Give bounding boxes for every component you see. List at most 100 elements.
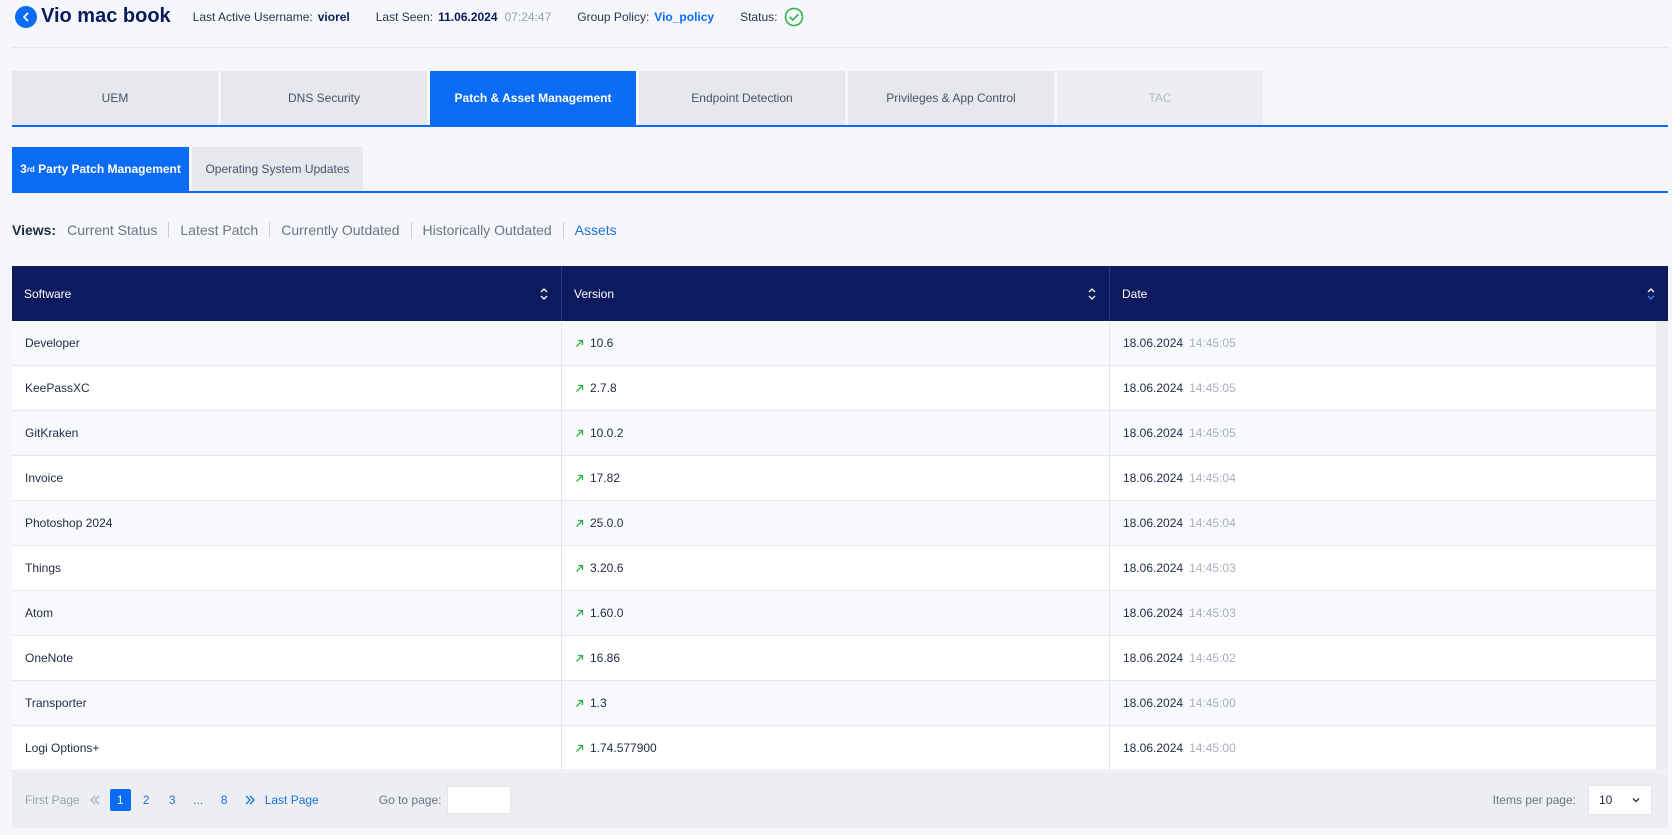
- view-assets[interactable]: Assets: [562, 222, 628, 238]
- cell-version: 1.60.0: [562, 591, 1110, 635]
- time-value: 14:45:05: [1189, 426, 1236, 440]
- cell-version: 2.7.8: [562, 366, 1110, 410]
- view-latest-patch[interactable]: Latest Patch: [168, 222, 269, 238]
- cell-date: 18.06.2024 14:45:03: [1110, 546, 1656, 590]
- table-row[interactable]: Developer 10.6 18.06.2024 14:45:05: [12, 321, 1656, 366]
- header-date-label: Date: [1122, 286, 1148, 301]
- time-value: 14:45:05: [1189, 381, 1236, 395]
- software-name: Invoice: [25, 471, 64, 485]
- page-8[interactable]: 8: [214, 789, 235, 811]
- table-row[interactable]: Logi Options+ 1.74.577900 18.06.2024 14:45:…: [12, 726, 1656, 771]
- device-header: Vio mac book Last Active Username: viore…: [12, 0, 1668, 48]
- first-page-button[interactable]: First Page: [25, 793, 80, 807]
- cell-date: 18.06.2024 14:45:04: [1110, 456, 1656, 500]
- view-current-status[interactable]: Current Status: [67, 222, 168, 238]
- cell-version: 3.20.6: [562, 546, 1110, 590]
- table-row[interactable]: Photoshop 2024 25.0.0 18.06.2024 14:45:04: [12, 501, 1656, 546]
- software-name: KeePassXC: [25, 381, 90, 395]
- date-value: 18.06.2024: [1123, 651, 1184, 665]
- arrow-up-right-icon: [576, 654, 584, 662]
- table-row[interactable]: Transporter 1.3 18.06.2024 14:45:00: [12, 681, 1656, 726]
- sub-tabs: 3rd Party Patch Management Operating Sys…: [12, 147, 1668, 193]
- cell-software: GitKraken: [12, 411, 562, 455]
- sort-icon: [1088, 287, 1096, 300]
- arrow-up-right-icon: [576, 519, 584, 527]
- cell-software: Things: [12, 546, 562, 590]
- last-seen: Last Seen: 11.06.2024 07:24:47: [376, 10, 552, 24]
- view-historically-outdated[interactable]: Historically Outdated: [410, 222, 563, 238]
- third-party-suffix: Party Patch Management: [34, 162, 181, 176]
- view-currently-outdated[interactable]: Currently Outdated: [269, 222, 410, 238]
- time-value: 14:45:02: [1189, 651, 1236, 665]
- cell-date: 18.06.2024 14:45:04: [1110, 501, 1656, 545]
- tab-operating-system-updates[interactable]: Operating System Updates: [192, 147, 363, 191]
- pagination: First Page 1 2 3 ... 8 Last Page Go to p…: [12, 772, 1668, 828]
- cell-software: Logi Options+: [12, 726, 562, 770]
- items-per-page-select[interactable]: 10: [1588, 785, 1652, 815]
- arrow-up-right-icon: [576, 744, 584, 752]
- table-row[interactable]: KeePassXC 2.7.8 18.06.2024 14:45:05: [12, 366, 1656, 411]
- page-ellipsis: ...: [193, 793, 204, 807]
- tab-uem[interactable]: UEM: [12, 71, 218, 125]
- double-chevron-left-icon[interactable]: [89, 794, 101, 806]
- software-name: Logi Options+: [25, 741, 100, 755]
- time-value: 14:45:04: [1189, 471, 1236, 485]
- cell-date: 18.06.2024 14:45:05: [1110, 321, 1656, 365]
- group-policy: Group Policy: Vio_policy: [577, 10, 714, 24]
- third-party-sup: rd: [26, 164, 35, 174]
- sort-desc-icon: [1647, 287, 1655, 300]
- cell-version: 10.0.2: [562, 411, 1110, 455]
- page-3[interactable]: 3: [162, 789, 183, 811]
- last-page-button[interactable]: Last Page: [265, 793, 319, 807]
- software-name: Transporter: [25, 696, 87, 710]
- chevron-down-icon: [1632, 798, 1640, 803]
- double-chevron-right-icon[interactable]: [244, 794, 256, 806]
- header-date[interactable]: Date: [1110, 266, 1668, 321]
- software-name: Developer: [25, 336, 80, 350]
- cell-software: Atom: [12, 591, 562, 635]
- cell-software: OneNote: [12, 636, 562, 680]
- arrow-up-right-icon: [576, 609, 584, 617]
- tab-dns-security[interactable]: DNS Security: [221, 71, 427, 125]
- table-row[interactable]: OneNote 16.86 18.06.2024 14:45:02: [12, 636, 1656, 681]
- tab-endpoint-detection[interactable]: Endpoint Detection: [639, 71, 845, 125]
- header-version-label: Version: [574, 286, 615, 301]
- cell-version: 16.86: [562, 636, 1110, 680]
- group-policy-label: Group Policy:: [577, 9, 650, 24]
- tab-privileges-app-control[interactable]: Privileges & App Control: [848, 71, 1054, 125]
- tab-patch-asset-management[interactable]: Patch & Asset Management: [430, 71, 636, 125]
- table-row[interactable]: Atom 1.60.0 18.06.2024 14:45:03: [12, 591, 1656, 636]
- table-row[interactable]: GitKraken 10.0.2 18.06.2024 14:45:05: [12, 411, 1656, 456]
- back-button[interactable]: [15, 5, 37, 28]
- table-row[interactable]: Things 3.20.6 18.06.2024 14:45:03: [12, 546, 1656, 591]
- header-version[interactable]: Version: [562, 266, 1110, 321]
- last-active-username: Last Active Username: viorel: [193, 10, 350, 24]
- date-value: 18.06.2024: [1123, 606, 1184, 620]
- arrow-up-right-icon: [576, 384, 584, 392]
- version-value: 2.7.8: [590, 381, 617, 395]
- date-value: 18.06.2024: [1123, 471, 1184, 485]
- cell-version: 1.74.577900: [562, 726, 1110, 770]
- software-name: Things: [25, 561, 62, 575]
- date-value: 18.06.2024: [1123, 741, 1184, 755]
- table-row[interactable]: Invoice 17.82 18.06.2024 14:45:04: [12, 456, 1656, 501]
- cell-version: 25.0.0: [562, 501, 1110, 545]
- cell-software: Developer: [12, 321, 562, 365]
- software-name: Photoshop 2024: [25, 516, 113, 530]
- tab-tac[interactable]: TAC: [1057, 71, 1263, 125]
- views-bar: Views: Current Status Latest Patch Curre…: [12, 218, 628, 242]
- arrow-up-right-icon: [576, 564, 584, 572]
- version-value: 25.0.0: [590, 516, 624, 530]
- cell-software: Transporter: [12, 681, 562, 725]
- last-seen-date: 11.06.2024: [438, 9, 498, 24]
- software-name: GitKraken: [25, 426, 79, 440]
- page-1[interactable]: 1: [109, 789, 131, 811]
- page-2[interactable]: 2: [136, 789, 157, 811]
- goto-page-input[interactable]: [447, 786, 512, 814]
- version-value: 1.74.577900: [590, 741, 657, 755]
- group-policy-link[interactable]: Vio_policy: [654, 10, 714, 24]
- header-software[interactable]: Software: [12, 266, 562, 321]
- items-per-page-value: 10: [1599, 793, 1613, 807]
- tab-third-party-patch-management[interactable]: 3rd Party Patch Management: [12, 147, 189, 191]
- cell-software: Photoshop 2024: [12, 501, 562, 545]
